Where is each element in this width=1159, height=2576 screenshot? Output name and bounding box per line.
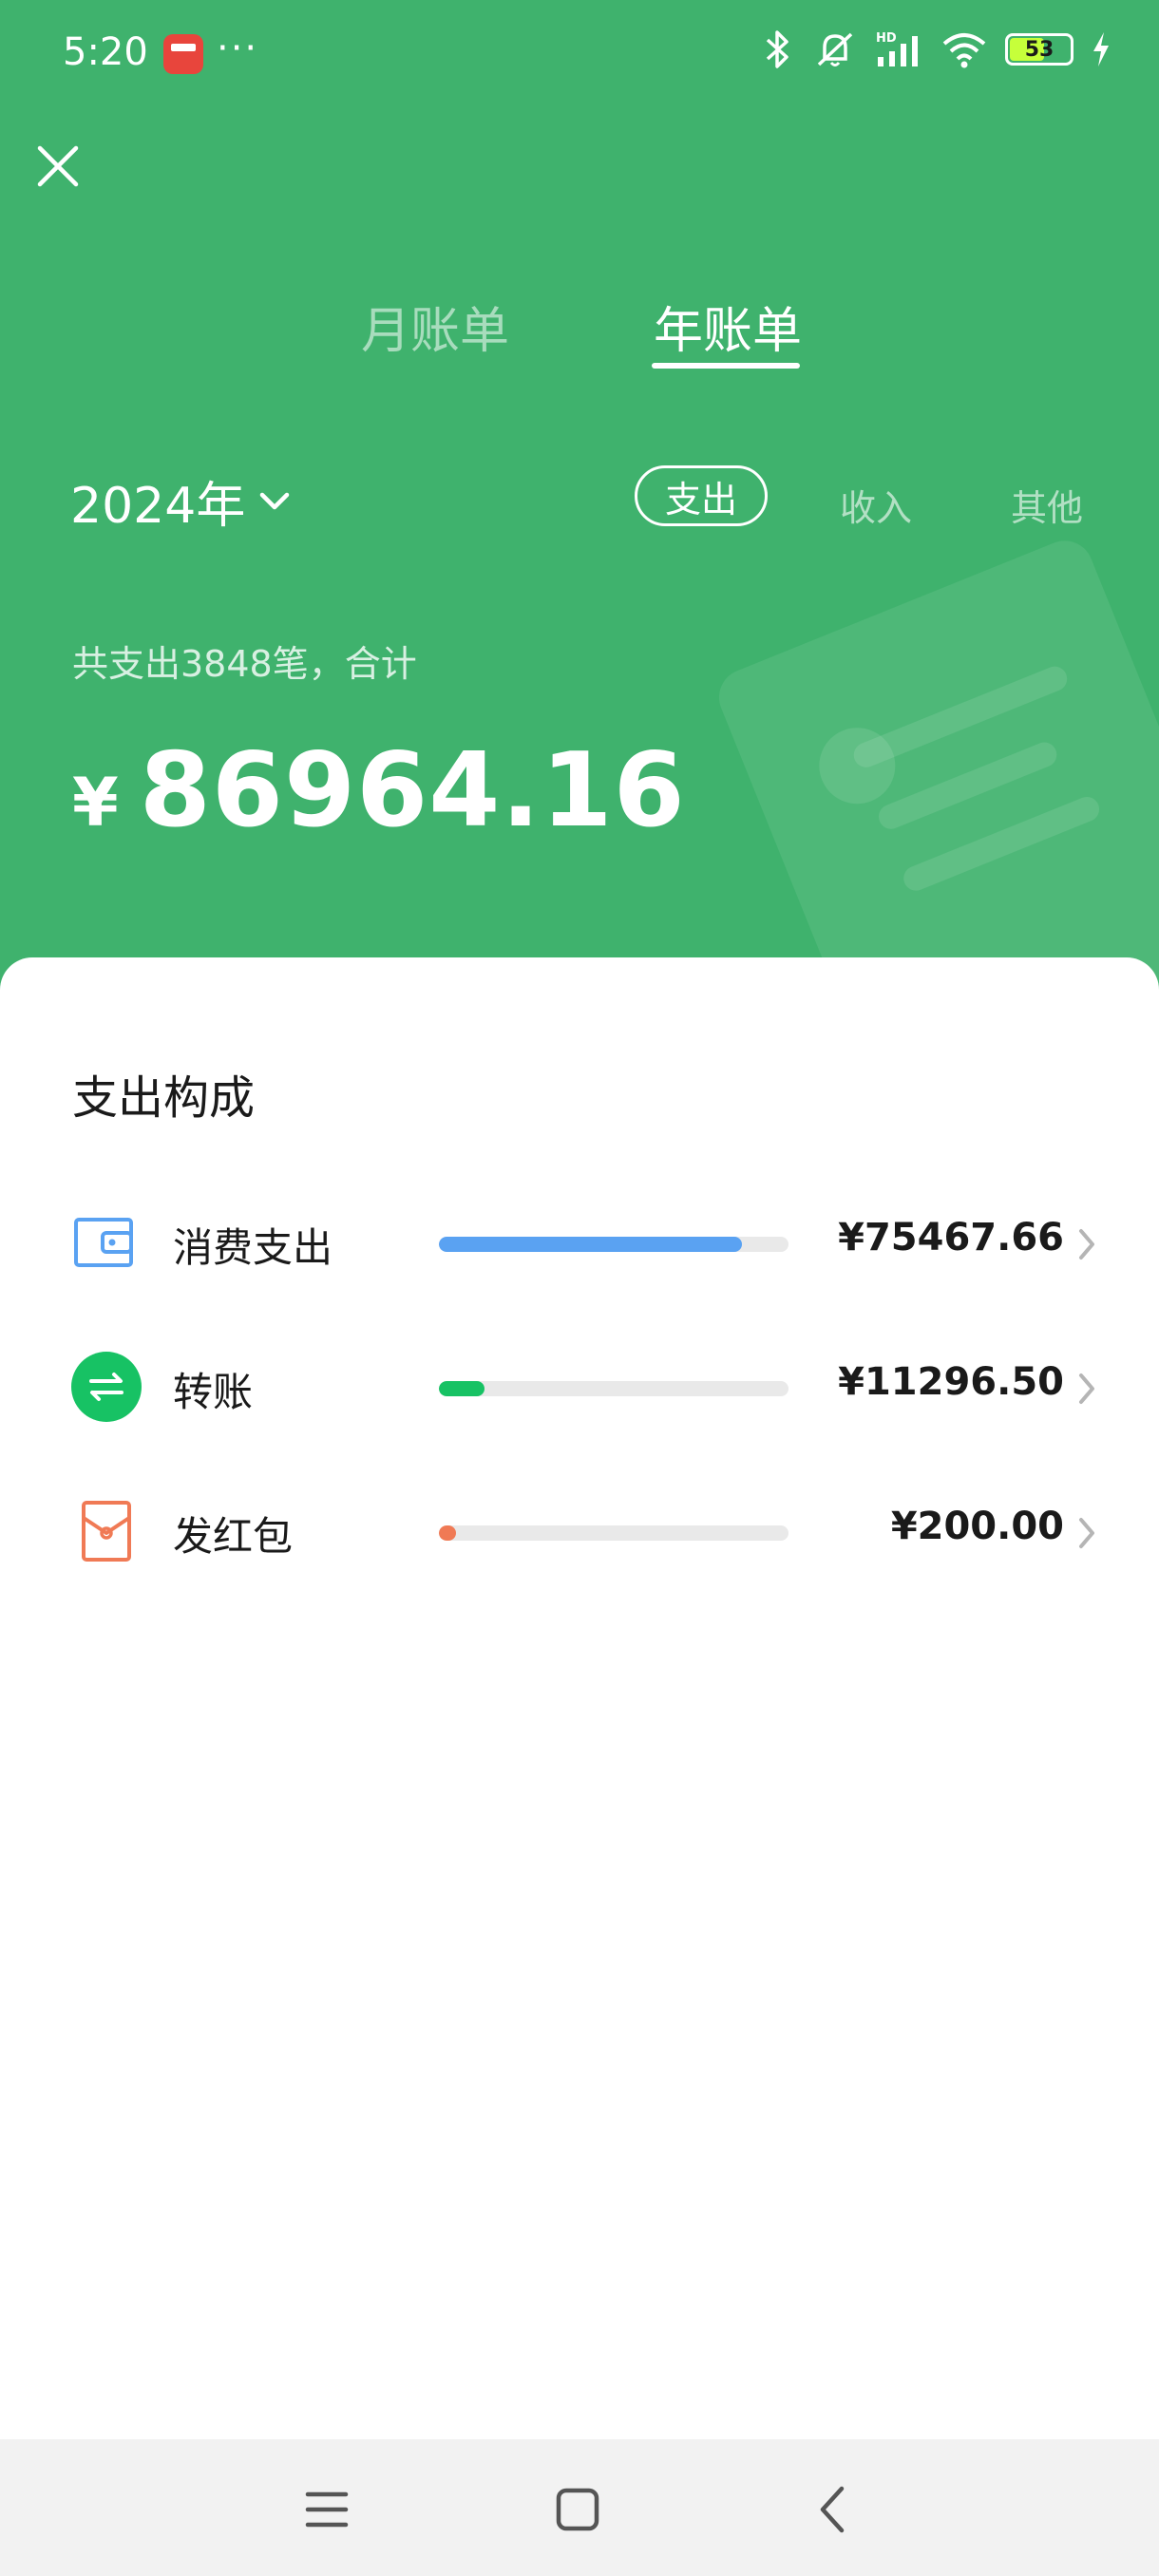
year-selector[interactable]: 2024年 bbox=[70, 465, 291, 537]
row-label: 发红包 bbox=[173, 1513, 294, 1560]
chevron-right-icon bbox=[1079, 1518, 1094, 1548]
breakdown-row-red-packet[interactable]: 发红包 ¥200.00 bbox=[0, 1476, 1159, 1571]
status-time: 5:20 bbox=[63, 30, 148, 74]
row-label: 消费支出 bbox=[173, 1224, 333, 1271]
progress-fill bbox=[439, 1237, 743, 1252]
battery-level: 53 bbox=[1024, 37, 1054, 62]
signal-icon: HD bbox=[876, 31, 918, 66]
chevron-right-icon bbox=[1079, 1229, 1094, 1260]
chevron-down-icon bbox=[260, 492, 290, 509]
tab-monthly-bill[interactable]: 月账单 bbox=[361, 291, 509, 362]
breakdown-row-transfer[interactable]: 转账 ¥11296.50 bbox=[0, 1332, 1159, 1427]
wallet-icon bbox=[74, 1218, 133, 1267]
progress-track bbox=[439, 1381, 788, 1396]
menu-icon[interactable] bbox=[298, 2481, 355, 2538]
total-amount: ¥ 86964.16 bbox=[72, 731, 686, 850]
more-notifications-icon: ··· bbox=[217, 27, 259, 70]
red-packet-icon bbox=[82, 1501, 131, 1562]
year-label: 2024年 bbox=[70, 478, 246, 535]
status-bar: 5:20 ··· HD 53 bbox=[0, 0, 1159, 104]
active-tab-indicator bbox=[652, 363, 800, 369]
mute-icon bbox=[817, 32, 853, 66]
summary-count-text: 共支出3848笔，合计 bbox=[72, 643, 417, 685]
progress-track bbox=[439, 1237, 788, 1252]
system-navigation-bar bbox=[0, 2439, 1159, 2576]
bluetooth-icon bbox=[766, 30, 788, 68]
charging-icon bbox=[1093, 32, 1109, 66]
tab-yearly-bill[interactable]: 年账单 bbox=[654, 291, 802, 362]
row-amount: ¥11296.50 bbox=[838, 1360, 1064, 1404]
progress-track bbox=[439, 1525, 788, 1541]
expense-breakdown-card: 支出构成 消费支出 ¥75467.66 转账 ¥11296.50 发红包 ¥20… bbox=[0, 957, 1159, 2439]
transfer-icon bbox=[71, 1352, 142, 1422]
progress-fill bbox=[439, 1381, 484, 1396]
currency-symbol: ¥ bbox=[72, 764, 119, 842]
battery-icon: 53 bbox=[1005, 33, 1074, 66]
back-icon[interactable] bbox=[806, 2481, 863, 2538]
progress-fill bbox=[439, 1525, 457, 1541]
segment-income[interactable]: 收入 bbox=[840, 479, 912, 531]
close-icon[interactable] bbox=[32, 141, 84, 192]
bill-header: 5:20 ··· HD 53 月账单 年账单 2024年 支出 收入 其他 共支… bbox=[0, 0, 1159, 1007]
svg-text:HD: HD bbox=[876, 31, 897, 46]
app-notification-icon bbox=[163, 34, 203, 74]
row-label: 转账 bbox=[173, 1369, 254, 1415]
home-icon[interactable] bbox=[549, 2481, 606, 2538]
total-value: 86964.16 bbox=[139, 731, 686, 850]
bill-period-tabs: 月账单 年账单 bbox=[0, 275, 1159, 380]
breakdown-row-consumption[interactable]: 消费支出 ¥75467.66 bbox=[0, 1187, 1159, 1282]
decorative-bill-illustration bbox=[710, 532, 1159, 1007]
row-amount: ¥75467.66 bbox=[838, 1216, 1064, 1260]
row-amount: ¥200.00 bbox=[890, 1505, 1064, 1548]
section-title: 支出构成 bbox=[72, 1071, 256, 1125]
system-icons: HD 53 bbox=[758, 28, 1112, 70]
segment-other[interactable]: 其他 bbox=[1011, 479, 1083, 531]
segment-expense[interactable]: 支出 bbox=[635, 465, 768, 526]
wifi-icon bbox=[942, 33, 986, 68]
chevron-right-icon bbox=[1079, 1373, 1094, 1404]
